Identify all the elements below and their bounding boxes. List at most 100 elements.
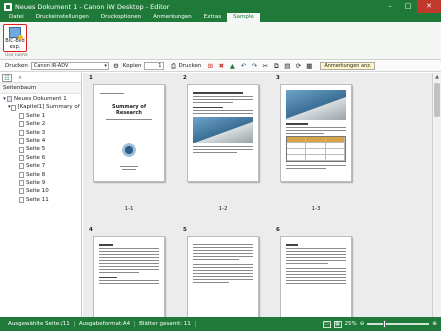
page-thumbnail-5[interactable]	[187, 236, 259, 317]
zoom-slider-knob[interactable]	[383, 320, 387, 328]
tree-item-label: Seite 7	[26, 163, 46, 170]
page-number: 4	[89, 227, 93, 233]
tree-item-label: Seite 10	[26, 188, 49, 195]
page-number: 3	[276, 75, 280, 81]
title-bar: Neues Dokument 1 - Canon iW Desktop - Ed…	[0, 0, 441, 13]
tree-item-page[interactable]: Seite 2	[0, 120, 81, 128]
page-line	[286, 250, 346, 252]
paste-icon[interactable]: ▤	[283, 62, 291, 70]
tab-druckeinstellungen[interactable]: Druckeinstellungen	[30, 13, 95, 22]
export-image-label: BIC-Bild exp.	[5, 38, 25, 50]
scrollbar-thumb[interactable]	[434, 83, 440, 117]
page-line	[99, 256, 159, 258]
page-line	[193, 113, 253, 114]
view-options-icon[interactable]: ▦	[305, 62, 313, 70]
output-format-status: Ausgabeformat:A4	[75, 321, 136, 327]
tree-item-page[interactable]: Seite 5	[0, 145, 81, 153]
printer-settings-icon[interactable]: ⚙	[112, 62, 120, 70]
maximize-button[interactable]: □	[399, 0, 417, 13]
page-line	[286, 267, 346, 269]
page-thumbnail-6[interactable]	[280, 236, 352, 317]
page-line	[286, 126, 346, 128]
tab-anmerkungen[interactable]: Anmerkungen	[147, 13, 198, 22]
tree-item-page[interactable]: Seite 11	[0, 196, 81, 204]
page-tree-header: Seitenbaum	[0, 83, 81, 94]
tree-item-page[interactable]: Seite 10	[0, 187, 81, 195]
rotate-icon[interactable]: ⟳	[294, 62, 302, 70]
tree-item-document[interactable]: ▾ Neues Dokument 1	[0, 95, 81, 103]
page-line	[286, 247, 346, 249]
page-thumbnail-4[interactable]	[93, 236, 165, 317]
tab-extras[interactable]: Extras	[198, 13, 227, 22]
status-bar: Ausgewählte Seite:/11 Ausgabeformat:A4 B…	[0, 317, 441, 331]
copies-label: Kopien	[122, 63, 142, 69]
page-thumbnail-3[interactable]	[280, 84, 352, 182]
tree-item-page[interactable]: Seite 6	[0, 154, 81, 162]
tree-item-page[interactable]: Seite 7	[0, 162, 81, 170]
tree-item-label: Seite 2	[26, 121, 46, 128]
page-line	[99, 247, 159, 249]
page-line	[193, 276, 253, 277]
page-line	[100, 93, 124, 94]
zoom-in-icon[interactable]: ⊕	[432, 321, 437, 327]
undo-icon[interactable]: ↶	[239, 62, 247, 70]
cut-icon[interactable]: ✂	[261, 62, 269, 70]
tree-item-label: Seite 9	[26, 179, 46, 186]
tab-sample[interactable]: Sample	[227, 13, 260, 22]
page-table	[286, 135, 346, 162]
page-label: 1-1	[124, 206, 134, 212]
page-line	[99, 276, 117, 278]
tree-item-page[interactable]: Seite 9	[0, 179, 81, 187]
single-page-view-icon[interactable]: ▭	[322, 320, 331, 328]
page-thumbnail-2[interactable]	[187, 84, 259, 182]
page-icon	[19, 171, 24, 178]
tree-item-page[interactable]: Seite 4	[0, 137, 81, 145]
tree-item-page[interactable]: Seite 1	[0, 112, 81, 120]
printer-select[interactable]: Canon iR-ADV	[30, 62, 109, 70]
print-button[interactable]: ⎙ Drucken	[167, 62, 203, 70]
tree-item-chapter[interactable]: ▾[Kapitel1] Summary of Re	[0, 103, 81, 111]
chapter-icon	[10, 104, 16, 111]
window-title: Neues Dokument 1 - Canon iW Desktop - Ed…	[15, 2, 170, 11]
page-line	[286, 164, 346, 166]
search-tab-icon[interactable]: ⌕	[15, 74, 25, 82]
page-line	[99, 268, 159, 270]
page-thumbnail-1[interactable]: Summary of Research	[93, 84, 165, 182]
tree-item-label: Seite 11	[26, 196, 49, 203]
delete-icon[interactable]: ✖	[217, 62, 225, 70]
minimize-button[interactable]: –	[381, 0, 399, 13]
tree-item-label: [Kapitel1] Summary of Re	[17, 104, 81, 111]
tab-datei[interactable]: Datei	[3, 13, 30, 22]
tree-view-tab-icon[interactable]: ☷	[2, 74, 12, 82]
page-line	[193, 92, 243, 94]
page-line	[99, 244, 113, 246]
move-up-icon[interactable]: ▲	[228, 62, 236, 70]
tree-item-page[interactable]: Seite 8	[0, 171, 81, 179]
insert-icon[interactable]: ⊞	[206, 62, 214, 70]
page-line	[286, 270, 346, 272]
show-annotations-button[interactable]: Anmerkungen anz.	[320, 62, 376, 70]
scroll-up-icon[interactable]: ▲	[433, 73, 441, 81]
page-label: 1-2	[218, 206, 228, 212]
export-image-button[interactable]: BIC-Bild exp.	[3, 24, 27, 52]
zoom-slider[interactable]	[367, 320, 430, 328]
redo-icon[interactable]: ↷	[250, 62, 258, 70]
page-line	[99, 280, 159, 281]
page-line	[193, 267, 253, 268]
multi-page-view-icon[interactable]: ▦	[333, 320, 342, 328]
page-tree-pane: ☷ ⌕ Seitenbaum ▾ Neues Dokument 1 ▾ [Kapite…	[0, 73, 82, 317]
close-button[interactable]: ✕	[417, 0, 441, 13]
copies-input[interactable]: 1	[144, 62, 165, 70]
page-line	[99, 271, 139, 273]
tab-druckoptionen[interactable]: Druckoptionen	[95, 13, 147, 22]
page-number: 6	[276, 227, 280, 233]
copy-icon[interactable]: ⧉	[272, 62, 280, 70]
page-line	[286, 279, 346, 281]
tree-item-page[interactable]: Seite 3	[0, 129, 81, 137]
page-line	[99, 259, 159, 261]
page-icon	[19, 180, 24, 187]
page-icon	[19, 188, 24, 195]
page-line	[193, 146, 253, 147]
zoom-out-icon[interactable]: ⊖	[360, 321, 365, 327]
vertical-scrollbar[interactable]: ▲	[432, 73, 441, 317]
